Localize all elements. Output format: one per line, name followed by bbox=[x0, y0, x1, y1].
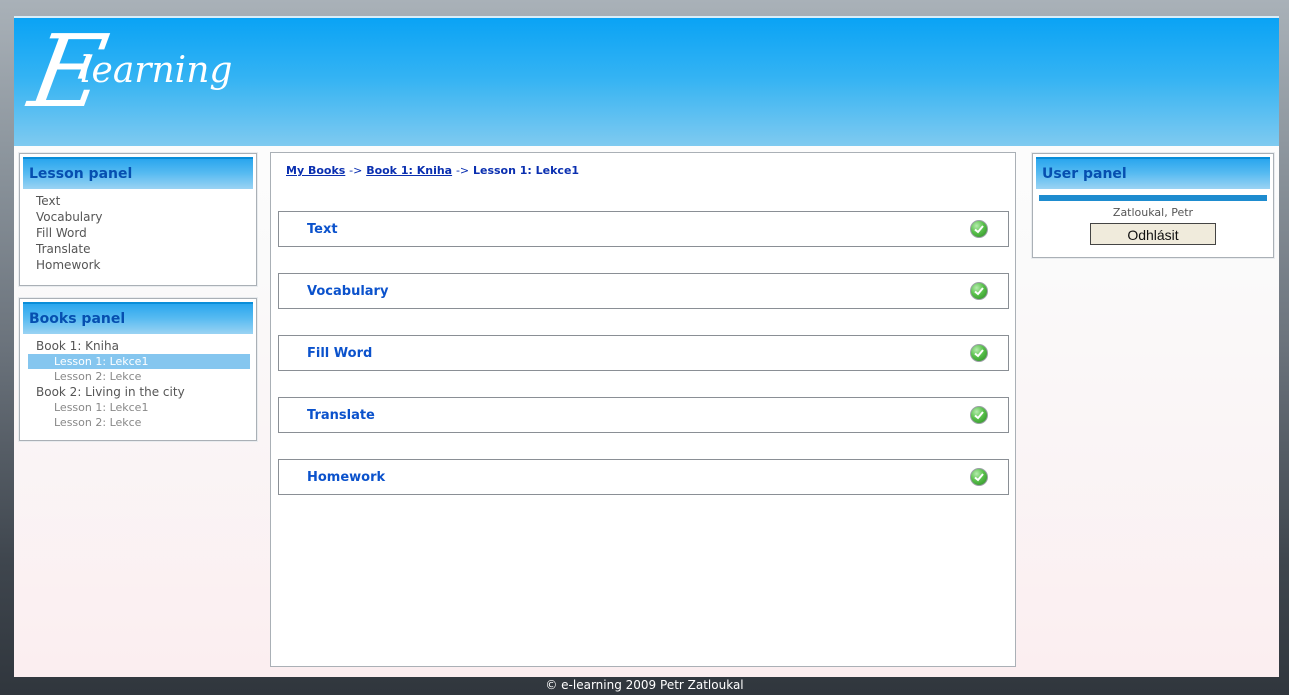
section-fill-word[interactable]: Fill Word bbox=[278, 335, 1009, 371]
logout-button[interactable]: Odhlásit bbox=[1090, 223, 1216, 245]
lesson-link[interactable]: Lesson 2: Lekce bbox=[20, 415, 256, 430]
lesson-item-text[interactable]: Text bbox=[20, 193, 256, 209]
book-item[interactable]: Book 2: Living in the city bbox=[20, 384, 256, 400]
check-icon bbox=[970, 220, 988, 238]
user-panel: User panel Zatloukal, Petr Odhlásit bbox=[1032, 153, 1274, 258]
user-panel-bar bbox=[1039, 195, 1267, 201]
lesson-panel-title: Lesson panel bbox=[23, 157, 253, 189]
section-label[interactable]: Vocabulary bbox=[307, 284, 388, 299]
check-icon bbox=[970, 344, 988, 362]
section-label[interactable]: Fill Word bbox=[307, 346, 372, 361]
breadcrumb-my-books-link[interactable]: My Books bbox=[286, 164, 345, 177]
lesson-item-translate[interactable]: Translate bbox=[20, 241, 256, 257]
section-label[interactable]: Translate bbox=[307, 408, 375, 423]
page-frame: E learning Lesson panel Text Vocabulary … bbox=[14, 13, 1279, 677]
lesson-item-fill-word[interactable]: Fill Word bbox=[20, 225, 256, 241]
lesson-panel-list: Text Vocabulary Fill Word Translate Home… bbox=[20, 193, 256, 273]
breadcrumb: My Books -> Book 1: Kniha -> Lesson 1: L… bbox=[286, 164, 579, 177]
section-label[interactable]: Text bbox=[307, 222, 338, 237]
section-homework[interactable]: Homework bbox=[278, 459, 1009, 495]
lesson-link-active[interactable]: Lesson 1: Lekce1 bbox=[28, 354, 250, 369]
site-header: E learning bbox=[14, 13, 1279, 146]
section-translate[interactable]: Translate bbox=[278, 397, 1009, 433]
user-name: Zatloukal, Petr bbox=[1112, 206, 1194, 219]
books-panel: Books panel Book 1: Kniha Lesson 1: Lekc… bbox=[19, 298, 257, 441]
elearning-logo[interactable]: E learning bbox=[22, 13, 233, 130]
books-list: Book 1: Kniha Lesson 1: Lekce1 Lesson 2:… bbox=[20, 338, 256, 430]
breadcrumb-current: Lesson 1: Lekce1 bbox=[472, 164, 580, 177]
section-label[interactable]: Homework bbox=[307, 470, 385, 485]
lesson-link[interactable]: Lesson 2: Lekce bbox=[20, 369, 256, 384]
breadcrumb-book-link[interactable]: Book 1: Kniha bbox=[366, 164, 452, 177]
lesson-panel: Lesson panel Text Vocabulary Fill Word T… bbox=[19, 153, 257, 286]
check-icon bbox=[970, 406, 988, 424]
book-item[interactable]: Book 1: Kniha bbox=[20, 338, 256, 354]
logo-text: learning bbox=[80, 50, 233, 91]
footer-copyright: © e-learning 2009 Petr Zatloukal bbox=[545, 678, 744, 692]
lesson-item-homework[interactable]: Homework bbox=[20, 257, 256, 273]
breadcrumb-separator: -> bbox=[455, 164, 470, 177]
section-vocabulary[interactable]: Vocabulary bbox=[278, 273, 1009, 309]
check-icon bbox=[970, 282, 988, 300]
books-panel-title: Books panel bbox=[23, 302, 253, 334]
lesson-link[interactable]: Lesson 1: Lekce1 bbox=[20, 400, 256, 415]
main-content: My Books -> Book 1: Kniha -> Lesson 1: L… bbox=[270, 152, 1016, 667]
breadcrumb-separator: -> bbox=[349, 164, 363, 177]
lesson-item-vocabulary[interactable]: Vocabulary bbox=[20, 209, 256, 225]
check-icon bbox=[970, 468, 988, 486]
section-text[interactable]: Text bbox=[278, 211, 1009, 247]
user-panel-title: User panel bbox=[1036, 157, 1270, 189]
